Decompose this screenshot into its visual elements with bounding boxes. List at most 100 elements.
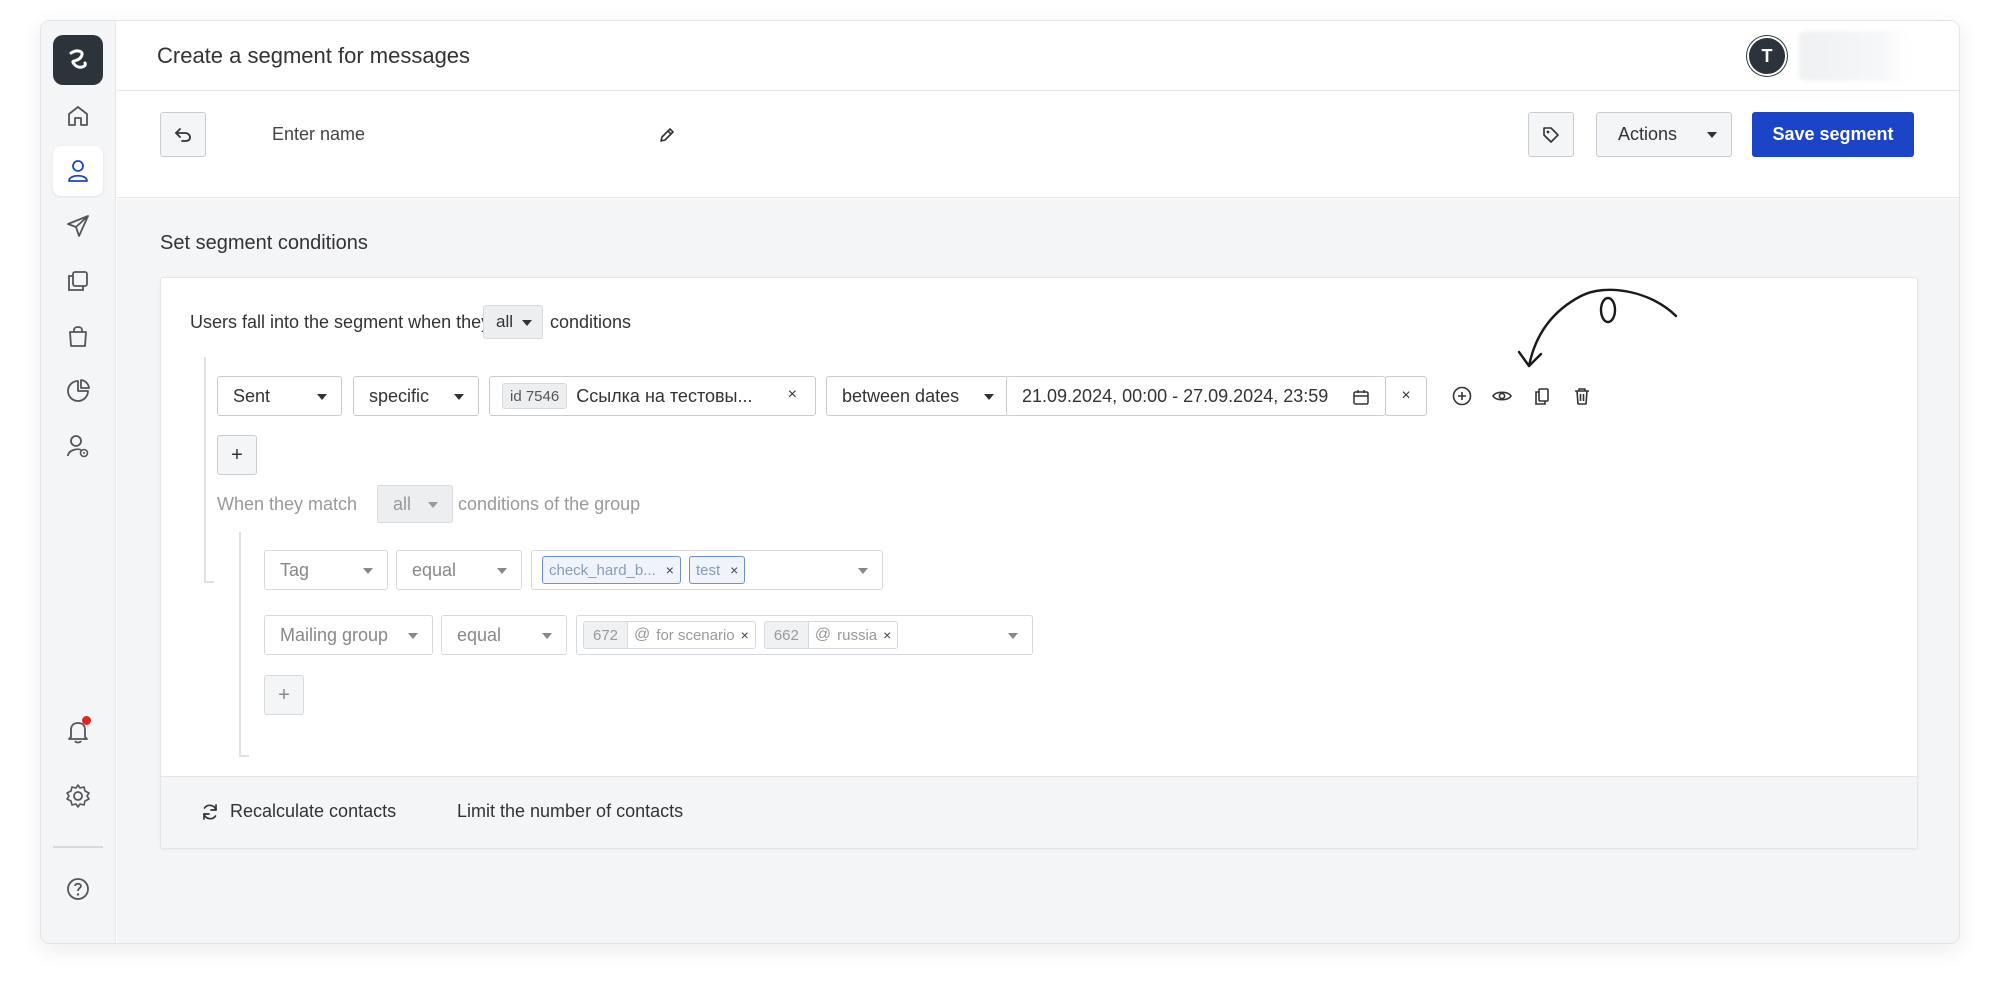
refresh-icon	[203, 803, 217, 820]
chevron-down-icon	[317, 394, 327, 400]
nav-user-settings[interactable]	[53, 421, 103, 471]
message-select[interactable]: id 7546 Ссылка на тестовы... ×	[489, 376, 816, 416]
mailing-group-id: 662	[764, 622, 809, 648]
nav-products[interactable]	[53, 311, 103, 361]
add-subgroup-button[interactable]	[1449, 383, 1475, 409]
pie-chart-icon	[67, 379, 90, 402]
close-icon[interactable]: ×	[741, 627, 749, 643]
actions-label: Actions	[1618, 124, 1678, 144]
at-icon: @	[634, 626, 651, 643]
user-icon	[68, 160, 88, 182]
condition-type-select[interactable]: specific	[353, 376, 479, 416]
group-row-tag-operator-select[interactable]: equal	[396, 550, 522, 590]
notification-dot	[82, 716, 91, 725]
tag-values-select[interactable]: check_hard_b... × test ×	[531, 550, 883, 590]
tree-line	[239, 755, 249, 757]
chevron-down-icon	[858, 568, 868, 574]
tag-pill[interactable]: check_hard_b... ×	[542, 556, 681, 584]
page-title: Create a segment for messages	[157, 43, 471, 68]
date-range-input[interactable]: 21.09.2024, 00:00 - 27.09.2024, 23:59	[1006, 376, 1386, 416]
pencil-icon[interactable]	[657, 125, 677, 145]
chevron-down-icon	[522, 320, 532, 326]
segment-name-input[interactable]	[272, 114, 572, 154]
calendar-icon[interactable]	[1352, 388, 1370, 406]
app-logo[interactable]	[53, 35, 103, 85]
nav-contacts[interactable]	[53, 146, 103, 196]
condition-type-value: specific	[369, 385, 430, 406]
mailing-group-chip[interactable]: 662 @ russia ×	[763, 621, 899, 649]
condition-field-value: Sent	[233, 385, 271, 406]
clear-icon[interactable]: ×	[788, 386, 797, 404]
group-row-tag-field-select[interactable]: Tag	[264, 550, 388, 590]
message-name: Ссылка на тестовы...	[576, 385, 753, 406]
mailing-group-values-select[interactable]: 672 @ for scenario × 662 @ russia ×	[576, 615, 1033, 655]
copy-icon	[1535, 388, 1549, 405]
date-range-value: 21.09.2024, 00:00 - 27.09.2024, 23:59	[1022, 385, 1329, 406]
nav-help[interactable]	[53, 864, 103, 914]
duplicate-button[interactable]	[1529, 383, 1555, 409]
tree-line	[204, 581, 214, 583]
nav-home[interactable]	[53, 91, 103, 141]
tag-button[interactable]	[1528, 112, 1574, 157]
match-rule-suffix: conditions	[550, 312, 632, 332]
annotation-arrow-icon	[1517, 288, 1678, 368]
condition-field-select[interactable]: Sent	[217, 376, 342, 416]
mailing-field-value: Mailing group	[280, 624, 389, 645]
date-operator-select[interactable]: between dates	[826, 376, 1009, 416]
help-icon	[67, 878, 89, 900]
back-button[interactable]	[160, 112, 206, 157]
undo-icon	[175, 127, 191, 142]
preview-button[interactable]	[1489, 383, 1515, 409]
sidebar-divider	[53, 846, 103, 848]
nav-analytics[interactable]	[53, 366, 103, 416]
recalculate-label: Recalculate contacts	[230, 801, 397, 821]
gear-icon	[66, 784, 90, 808]
home-icon	[68, 106, 88, 126]
save-segment-button[interactable]: Save segment	[1752, 112, 1914, 157]
group-match-prefix: When they match	[217, 494, 358, 514]
nav-templates[interactable]	[53, 256, 103, 306]
mailing-operator-value: equal	[457, 624, 502, 645]
chevron-down-icon	[363, 568, 373, 574]
logo-icon	[69, 49, 87, 69]
close-icon[interactable]: ×	[666, 562, 674, 578]
group-match-suffix: conditions of the group	[458, 494, 641, 514]
avatar[interactable]: T	[1747, 36, 1787, 76]
group-match-mode-value: all	[393, 493, 412, 514]
plus-circle-icon	[1452, 386, 1472, 406]
limit-label: Limit the number of contacts	[457, 801, 684, 821]
group-match-mode-select[interactable]: all	[377, 485, 453, 523]
nav-settings[interactable]	[53, 771, 103, 821]
actions-dropdown[interactable]: Actions	[1596, 112, 1732, 157]
tag-icon	[1543, 126, 1559, 143]
segment-toolbar: Actions Save segment	[117, 92, 1959, 198]
eye-icon	[1492, 391, 1512, 401]
tag-field-value: Tag	[280, 559, 310, 580]
recalculate-contacts-button[interactable]: Recalculate contacts	[200, 801, 396, 822]
section-title: Set segment conditions	[160, 232, 368, 254]
app-window: Create a segment for messages T Actions …	[40, 20, 1960, 944]
tree-line	[204, 357, 206, 583]
chevron-down-icon	[1008, 633, 1018, 639]
username-blurred[interactable]	[1799, 31, 1911, 81]
main-content: Set segment conditions Users fall into t…	[117, 199, 1959, 943]
delete-button[interactable]	[1569, 383, 1595, 409]
match-mode-select[interactable]: all	[483, 305, 543, 339]
limit-contacts-button[interactable]: Limit the number of contacts	[457, 801, 683, 822]
tag-pill[interactable]: test ×	[688, 556, 746, 584]
match-mode-value: all	[496, 312, 514, 331]
mailing-group-chip[interactable]: 672 @ for scenario ×	[583, 621, 756, 649]
group-row-mailing-field-select[interactable]: Mailing group	[264, 615, 433, 655]
group-row-mailing-operator-select[interactable]: equal	[441, 615, 567, 655]
add-condition-button[interactable]: +	[217, 435, 257, 475]
close-icon[interactable]: ×	[883, 627, 891, 643]
mailing-group-name: russia	[837, 626, 878, 644]
tag-operator-value: equal	[412, 559, 457, 580]
clear-dates-button[interactable]: ×	[1385, 376, 1427, 416]
tag-pill-label: test	[695, 561, 721, 579]
nav-notifications[interactable]	[53, 706, 103, 756]
at-icon: @	[814, 626, 832, 643]
add-group-condition-button[interactable]: +	[264, 675, 304, 715]
nav-campaigns[interactable]	[53, 201, 103, 251]
close-icon[interactable]: ×	[730, 562, 738, 578]
